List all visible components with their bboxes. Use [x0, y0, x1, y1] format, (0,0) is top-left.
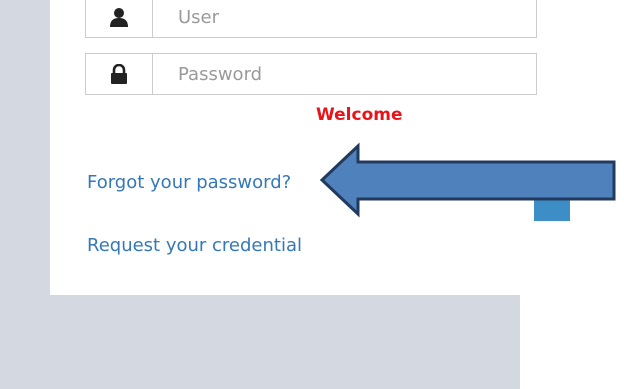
- arrow-left-icon: [319, 142, 616, 218]
